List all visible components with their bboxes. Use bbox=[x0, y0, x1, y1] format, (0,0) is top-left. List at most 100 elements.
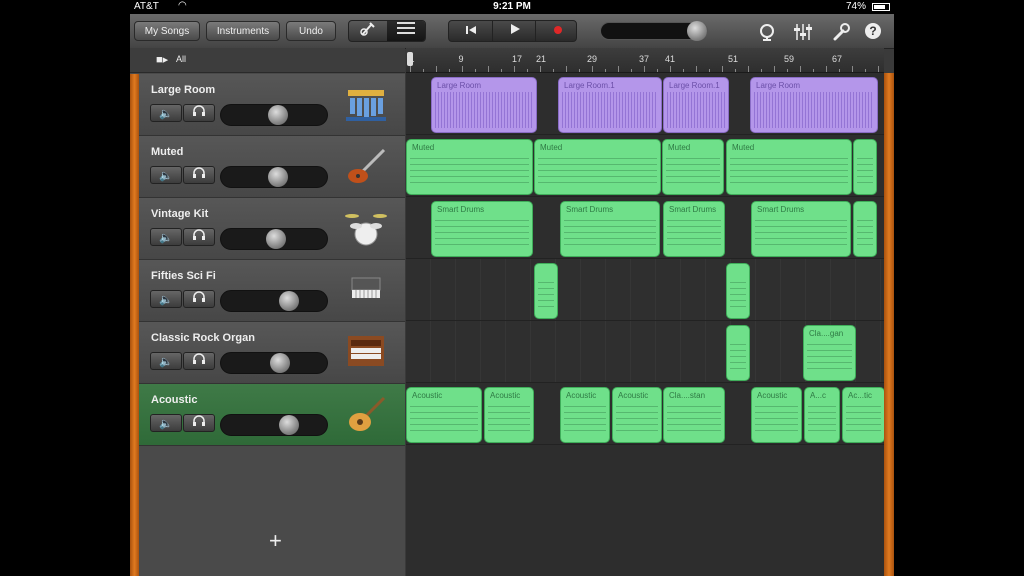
midi-region[interactable]: Acoustic bbox=[751, 387, 802, 443]
note-pattern bbox=[410, 406, 478, 436]
undo-button[interactable]: Undo bbox=[286, 21, 336, 41]
volume-knob[interactable] bbox=[266, 229, 286, 249]
note-pattern bbox=[488, 406, 530, 436]
midi-region[interactable]: Muted bbox=[726, 139, 852, 195]
mute-button[interactable]: 🔈 bbox=[150, 166, 182, 184]
tracks-view-icon[interactable] bbox=[387, 21, 425, 41]
mute-button[interactable]: 🔈 bbox=[150, 104, 182, 122]
acoustic-guitar-icon[interactable] bbox=[344, 394, 388, 434]
midi-region[interactable] bbox=[853, 139, 877, 195]
ruler-tick bbox=[657, 69, 658, 72]
audio-region[interactable]: Large Room.1 bbox=[663, 77, 729, 133]
electric-guitar-icon[interactable] bbox=[344, 146, 388, 186]
settings-wrench-icon[interactable] bbox=[832, 23, 850, 45]
volume-knob[interactable] bbox=[279, 415, 299, 435]
audio-region[interactable]: Large Room.1 bbox=[558, 77, 662, 133]
ruler-tick bbox=[644, 66, 645, 72]
rewind-icon[interactable] bbox=[449, 21, 492, 41]
battery-percent: 74% bbox=[845, 1, 866, 12]
my-songs-button[interactable]: My Songs bbox=[134, 21, 200, 41]
mute-button[interactable]: 🔈 bbox=[150, 352, 182, 370]
note-pattern bbox=[807, 344, 852, 374]
track-volume-slider[interactable] bbox=[220, 166, 328, 188]
track-header-3[interactable]: Vintage Kit 🔈 bbox=[139, 198, 405, 260]
midi-region[interactable]: Smart Drums bbox=[751, 201, 851, 257]
track-volume-slider[interactable] bbox=[220, 290, 328, 312]
midi-region[interactable] bbox=[534, 263, 558, 319]
midi-region[interactable] bbox=[726, 325, 750, 381]
record-icon[interactable] bbox=[535, 21, 579, 41]
audio-region[interactable]: Large Room bbox=[750, 77, 878, 133]
volume-knob[interactable] bbox=[270, 353, 290, 373]
solo-headphones-button[interactable] bbox=[183, 228, 215, 246]
instruments-button[interactable]: Instruments bbox=[206, 21, 280, 41]
mute-button[interactable]: 🔈 bbox=[150, 414, 182, 432]
master-volume-knob[interactable] bbox=[687, 21, 707, 41]
solo-headphones-button[interactable] bbox=[183, 166, 215, 184]
midi-region[interactable]: Cla....gan bbox=[803, 325, 856, 381]
track-volume-slider[interactable] bbox=[220, 414, 328, 436]
ruler-tick bbox=[878, 66, 879, 72]
mute-button[interactable]: 🔈 bbox=[150, 228, 182, 246]
audio-region[interactable]: Large Room bbox=[431, 77, 537, 133]
add-track-button[interactable]: + bbox=[269, 528, 282, 554]
solo-headphones-button[interactable] bbox=[183, 104, 215, 122]
midi-region[interactable]: Smart Drums bbox=[431, 201, 533, 257]
note-pattern bbox=[730, 282, 746, 312]
track-volume-slider[interactable] bbox=[220, 228, 328, 250]
track-volume-slider[interactable] bbox=[220, 352, 328, 374]
ruler-tick bbox=[852, 66, 853, 72]
track-header-5[interactable]: Classic Rock Organ 🔈 bbox=[139, 322, 405, 384]
midi-region[interactable]: Muted bbox=[662, 139, 724, 195]
midi-region[interactable]: Cla....stan bbox=[663, 387, 725, 443]
timeline-ruler[interactable]: 1 9 17 21 29 37 41 51 59 67 bbox=[406, 48, 884, 73]
track-volume-slider[interactable] bbox=[220, 104, 328, 126]
midi-region[interactable]: Acoustic bbox=[612, 387, 662, 443]
midi-region[interactable]: Acoustic bbox=[406, 387, 482, 443]
instrument-view-icon[interactable] bbox=[349, 21, 388, 41]
midi-region[interactable]: Acoustic bbox=[560, 387, 610, 443]
solo-headphones-button[interactable] bbox=[183, 352, 215, 370]
region-label: Cla....gan bbox=[809, 329, 844, 338]
track-header-2[interactable]: Muted 🔈 bbox=[139, 136, 405, 198]
ruler-tick bbox=[436, 66, 437, 72]
bar-number: 29 bbox=[586, 54, 598, 64]
midi-region[interactable] bbox=[726, 263, 750, 319]
help-icon[interactable]: ? bbox=[865, 23, 881, 39]
track-header-1[interactable]: Large Room 🔈 bbox=[139, 74, 405, 136]
track-options-icon[interactable]: ■▸ bbox=[156, 53, 168, 66]
synth-keyboard-icon[interactable] bbox=[344, 270, 388, 310]
organ-icon[interactable] bbox=[344, 332, 388, 372]
midi-region[interactable]: Smart Drums bbox=[560, 201, 660, 257]
all-label: All bbox=[176, 54, 187, 64]
note-pattern bbox=[410, 158, 529, 188]
midi-region[interactable]: Muted bbox=[406, 139, 533, 195]
ruler-tick bbox=[592, 66, 593, 72]
track-header-6[interactable]: Acoustic 🔈 bbox=[139, 384, 405, 446]
xylophone-icon[interactable] bbox=[344, 84, 388, 124]
volume-knob[interactable] bbox=[279, 291, 299, 311]
midi-region[interactable]: Muted bbox=[534, 139, 661, 195]
solo-headphones-button[interactable] bbox=[183, 290, 215, 308]
volume-knob[interactable] bbox=[268, 167, 288, 187]
track-header-4[interactable]: Fifties Sci Fi 🔈 bbox=[139, 260, 405, 322]
region-label: Ac...tic bbox=[848, 391, 873, 400]
midi-region[interactable]: Acoustic bbox=[484, 387, 534, 443]
loop-browser-icon[interactable] bbox=[758, 23, 776, 45]
midi-region[interactable]: Ac...tic bbox=[842, 387, 885, 443]
track-lane-4[interactable] bbox=[406, 259, 884, 321]
play-icon[interactable] bbox=[492, 21, 536, 41]
midi-region[interactable]: A...c bbox=[804, 387, 840, 443]
volume-knob[interactable] bbox=[268, 105, 288, 125]
drum-kit-icon[interactable] bbox=[344, 208, 388, 248]
master-volume-slider[interactable] bbox=[600, 21, 708, 41]
track-name: Classic Rock Organ bbox=[151, 332, 255, 344]
ruler-tick bbox=[839, 69, 840, 72]
mixer-icon[interactable] bbox=[793, 23, 813, 45]
empty-track-area: + bbox=[139, 446, 405, 576]
midi-region[interactable]: Smart Drums bbox=[663, 201, 725, 257]
solo-headphones-button[interactable] bbox=[183, 414, 215, 432]
waveform bbox=[435, 92, 533, 128]
midi-region[interactable] bbox=[853, 201, 877, 257]
mute-button[interactable]: 🔈 bbox=[150, 290, 182, 308]
